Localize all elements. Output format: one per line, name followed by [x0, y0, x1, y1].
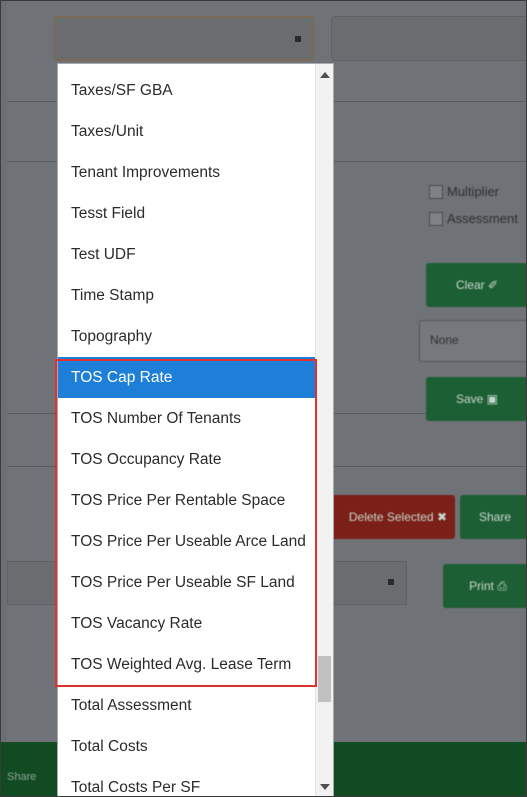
field-dropdown-list[interactable]: Taxes/SF GBA Taxes/Unit Tenant Improvement…: [57, 63, 334, 796]
multiplier-checkbox[interactable]: Multiplier: [429, 184, 499, 199]
share-button-label: Share: [478, 510, 512, 524]
dropdown-option[interactable]: TOS Price Per Rentable Space: [58, 480, 315, 521]
print-button[interactable]: Print ⎙: [443, 564, 526, 608]
save-icon: ▣: [486, 392, 499, 406]
clear-button[interactable]: Clear ✐: [426, 263, 526, 307]
checkbox-box: [429, 184, 443, 199]
save-button[interactable]: Save ▣: [426, 377, 526, 421]
dropdown-option[interactable]: TOS Number Of Tenants: [58, 398, 315, 439]
field-select[interactable]: [53, 16, 315, 61]
dropdown-option[interactable]: Topography: [58, 316, 315, 357]
none-select-value: None: [430, 333, 459, 347]
footer-text: Share: [7, 771, 37, 783]
checkbox-label: Assessment: [447, 211, 518, 226]
print-button-label: Print: [469, 579, 494, 593]
eraser-icon: ✐: [487, 278, 499, 292]
caret-down-icon: [295, 36, 301, 42]
checkbox-label: Multiplier: [447, 184, 500, 199]
scroll-up-arrow-icon[interactable]: [320, 72, 330, 78]
clear-button-label: Clear: [455, 278, 485, 292]
dropdown-option[interactable]: TOS Price Per Useable SF Land: [58, 562, 315, 603]
dropdown-options: Taxes/SF GBA Taxes/Unit Tenant Improvement…: [58, 70, 315, 796]
scroll-thumb[interactable]: [318, 656, 331, 702]
dropdown-option[interactable]: Taxes/SF GBA: [58, 70, 315, 111]
none-select[interactable]: None: [419, 320, 526, 362]
save-button-label: Save: [455, 392, 484, 406]
dropdown-option[interactable]: TOS Occupancy Rate: [58, 439, 315, 480]
dropdown-option[interactable]: Time Stamp: [58, 275, 315, 316]
dropdown-scrollbar[interactable]: [315, 64, 333, 796]
dropdown-option[interactable]: TOS Vacancy Rate: [58, 603, 315, 644]
dropdown-option[interactable]: Total Assessment: [58, 685, 315, 726]
close-icon: ✖: [436, 510, 447, 524]
app-window: Multiplier Assessment Clear ✐ None Save …: [0, 0, 527, 797]
dropdown-option[interactable]: TOS Weighted Avg. Lease Term: [58, 644, 315, 685]
dropdown-option[interactable]: Total Costs Per SF: [58, 767, 315, 796]
delete-selected-button[interactable]: Delete Selected ✖: [317, 495, 455, 539]
dropdown-option[interactable]: TOS Cap Rate: [58, 357, 315, 398]
assessment-checkbox[interactable]: Assessment: [429, 211, 518, 226]
delete-selected-label: Delete Selected: [348, 510, 434, 524]
value-input[interactable]: [331, 16, 526, 61]
dropdown-option[interactable]: Test UDF: [58, 234, 315, 275]
dropdown-option[interactable]: Taxes/Unit: [58, 111, 315, 152]
dropdown-option[interactable]: TOS Price Per Useable Arce Land: [58, 521, 315, 562]
dropdown-option[interactable]: Tenant Improvements: [58, 152, 315, 193]
share-button[interactable]: Share: [460, 495, 526, 539]
print-icon: ⎙: [497, 578, 507, 593]
checkbox-box: [429, 211, 443, 226]
dropdown-option[interactable]: Total Costs: [58, 726, 315, 767]
dropdown-option[interactable]: Tesst Field: [58, 193, 315, 234]
scroll-down-arrow-icon[interactable]: [320, 784, 330, 790]
caret-down-icon: [388, 579, 394, 585]
